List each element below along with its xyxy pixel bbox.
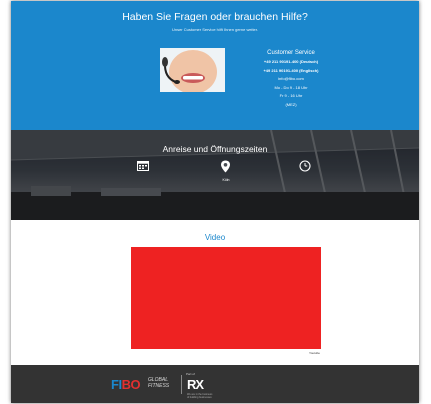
rx-logo[interactable]: RX bbox=[187, 377, 204, 392]
video-player[interactable] bbox=[131, 247, 321, 349]
help-section: Haben Sie Fragen oder brauchen Hilfe? Un… bbox=[11, 1, 419, 130]
footer-divider bbox=[181, 375, 182, 394]
service-phone-de[interactable]: +49 211 90191-400 (Deutsch) bbox=[241, 58, 341, 67]
location-label: Köln bbox=[222, 178, 230, 182]
service-line-6: (MEZ) bbox=[285, 101, 297, 107]
footer: FIBO GLOBAL FITNESS Part of RX We are in… bbox=[11, 365, 419, 403]
help-subtitle: Unser Customer Service hilft Ihnen gerne… bbox=[171, 27, 259, 32]
service-phone-en[interactable]: +49 211 90191-400 (Englisch) bbox=[241, 67, 341, 76]
page: Haben Sie Fragen oder brauchen Hilfe? Un… bbox=[11, 1, 419, 403]
location-pin-icon bbox=[220, 160, 231, 173]
fibo-logo-fi: FI bbox=[111, 377, 122, 392]
help-title: Haben Sie Fragen oder brauchen Hilfe? bbox=[122, 11, 308, 23]
service-line-5: Fr 9 - 16 Uhr bbox=[279, 93, 303, 99]
rx-tagline-2: of building businesses bbox=[187, 396, 212, 399]
rx-tagline: We are in the business of building busin… bbox=[187, 393, 212, 399]
rx-part-of: Part of bbox=[186, 372, 195, 376]
fibo-logo-bo: BO bbox=[121, 377, 141, 392]
arrival-section: Anreise und Öffnungszeiten Köln bbox=[11, 130, 419, 220]
customer-service-agent-image bbox=[160, 48, 225, 92]
calendar-icon bbox=[137, 160, 149, 171]
service-line-4: Mo - Do 9 - 18 Uhr bbox=[274, 84, 308, 90]
video-note: Youtube bbox=[309, 351, 320, 355]
fitness-line: FITNESS bbox=[148, 383, 170, 389]
global-fitness-text: GLOBAL FITNESS bbox=[148, 377, 169, 389]
customer-service-info: Customer Service +49 211 90191-400 (Deut… bbox=[241, 49, 341, 110]
clock-icon bbox=[299, 160, 311, 172]
video-title: Video bbox=[204, 233, 226, 242]
arrival-title: Anreise und Öffnungszeiten bbox=[162, 144, 268, 154]
service-email[interactable]: info@fibo.com bbox=[241, 75, 341, 84]
service-title: Customer Service bbox=[267, 50, 315, 56]
video-section: Video Youtube bbox=[11, 220, 419, 365]
fibo-logo[interactable]: FIBO bbox=[111, 377, 141, 392]
